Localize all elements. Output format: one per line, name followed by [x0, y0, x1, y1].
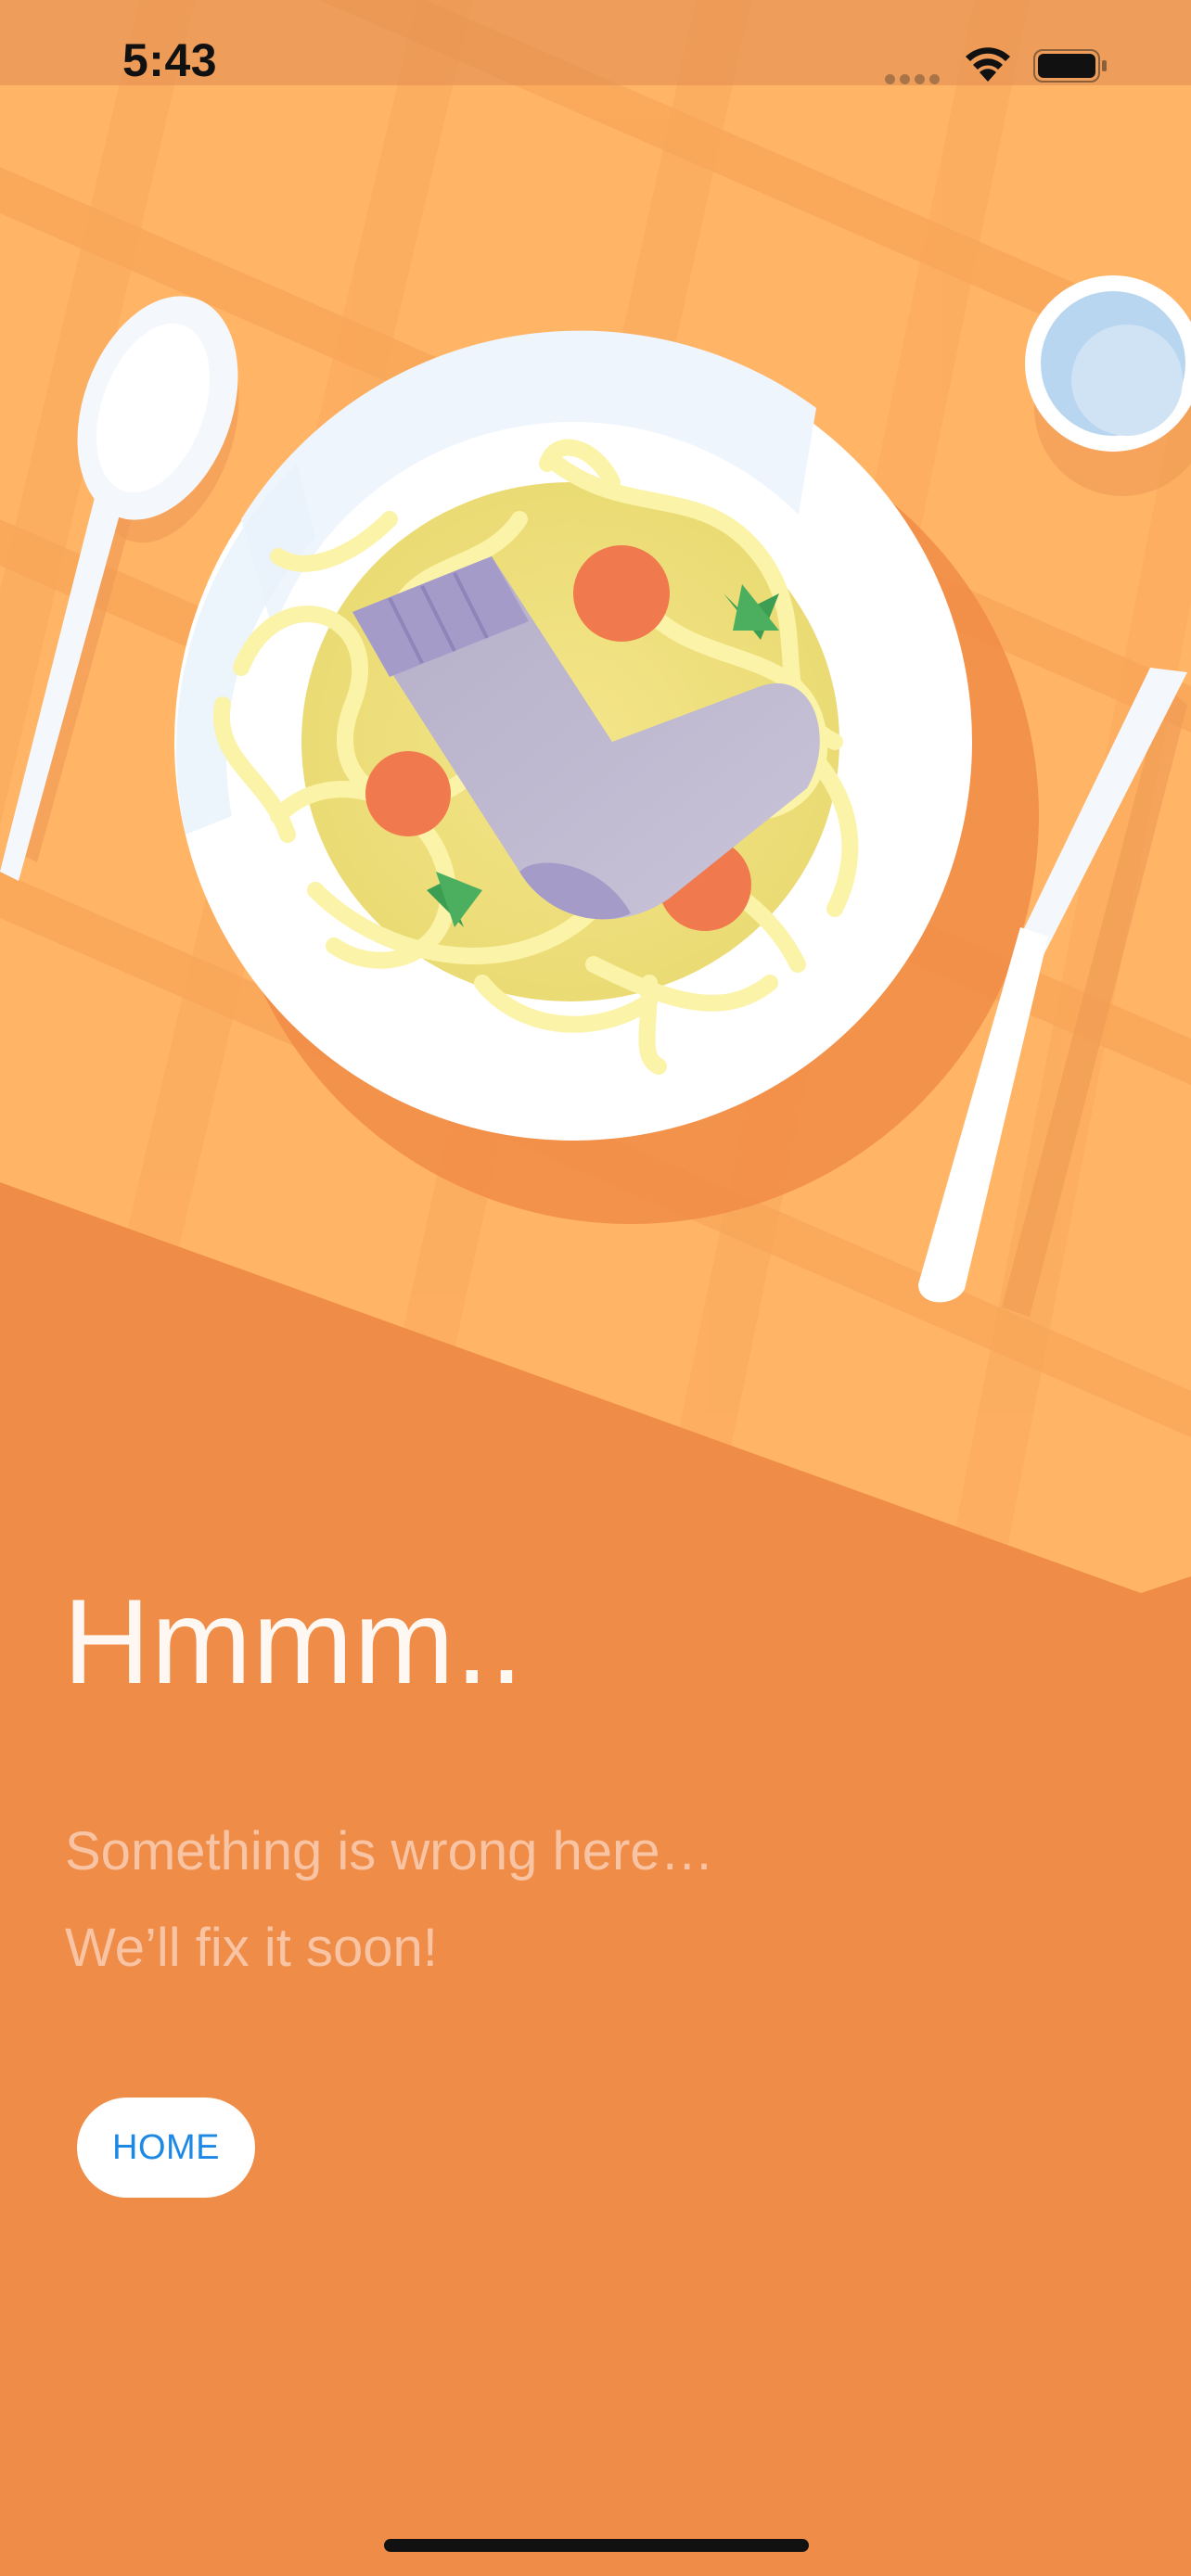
- error-message-line-1: Something is wrong here…: [65, 1821, 714, 1881]
- status-time: 5:43: [122, 34, 218, 86]
- cellular-signal-icon: [885, 74, 941, 85]
- status-icons: [885, 41, 1117, 89]
- battery-icon: [1033, 49, 1107, 83]
- error-illustration: [0, 0, 1191, 1593]
- home-button[interactable]: HOME: [77, 2098, 255, 2198]
- error-message-line-2: We’ll fix it soon!: [65, 1918, 438, 1978]
- error-title: Hmmm..: [63, 1574, 524, 1709]
- home-indicator[interactable]: [384, 2539, 809, 2552]
- status-bar: 5:43: [0, 0, 1191, 86]
- wifi-icon: [966, 47, 1010, 82]
